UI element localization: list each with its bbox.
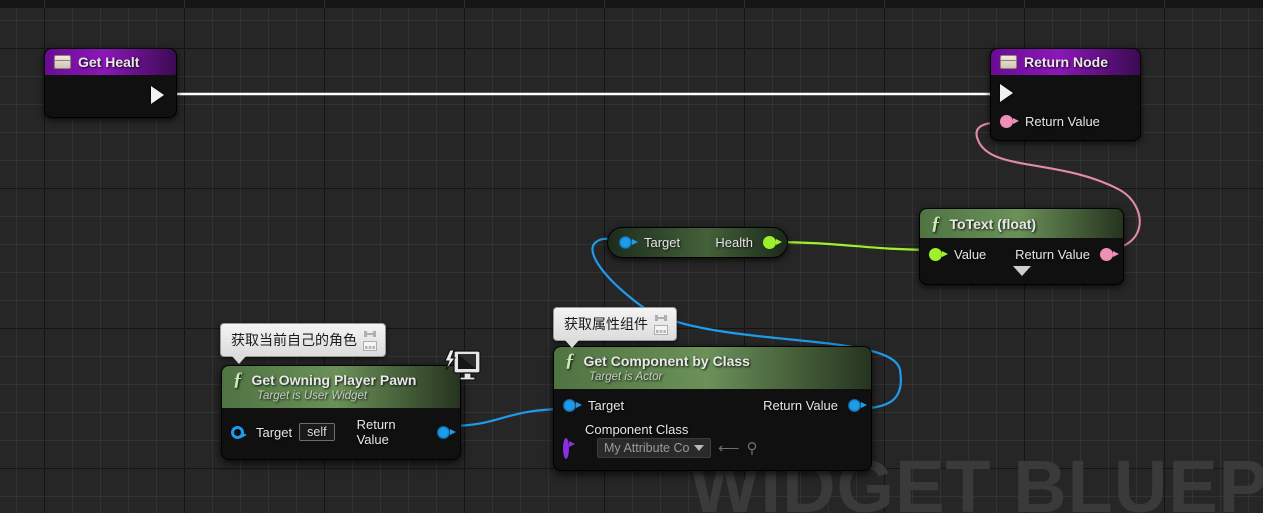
node-get-owning-player-pawn[interactable]: ƒ Get Owning Player Pawn Target is User … [221,365,461,460]
target-in-pin[interactable] [231,425,247,439]
pin-row-exec-out [45,84,176,106]
function-icon: ƒ [931,213,941,234]
function-icon: ƒ [233,369,243,390]
pin-label-return-value: Return Value [1025,114,1100,129]
node-get-health-header[interactable]: Get Healt [45,49,176,75]
comment-bubble-role-icons[interactable] [363,329,377,351]
back-arrow-icon[interactable]: ⟵ [718,441,740,456]
blueprint-graph-canvas[interactable]: WIDGET BLUEP Get Healt Return Node Retur… [0,0,1263,513]
pin-label-target: Target [644,235,681,250]
grid-icon[interactable] [654,325,668,335]
node-return-title: Return Node [1024,54,1108,70]
target-in-pin[interactable] [619,236,638,249]
exec-in-pin[interactable] [1000,84,1013,102]
node-return-header[interactable]: Return Node [991,49,1140,75]
pin-row-target: Target Return Value [554,396,871,421]
comment-bubble-component[interactable]: 获取属性组件 [553,307,677,348]
comment-bubble-role[interactable]: 获取当前自己的角色 [220,323,386,364]
node-return[interactable]: Return Node Return Value [990,48,1141,141]
pin-icon[interactable] [363,329,377,339]
node-get-health-body [45,75,176,117]
event-node-icon [1000,55,1017,69]
pin-label-component-class: Component Class [585,422,689,437]
node-to-text-title: ToText (float) [949,215,1037,232]
node-to-text-body: Value Return Value [920,238,1123,284]
health-out-pin[interactable] [763,236,782,249]
expand-arrow-icon[interactable] [1012,266,1031,276]
target-in-pin[interactable] [563,399,582,412]
text-in-pin[interactable] [1000,115,1019,128]
comment-bubble-component-text: 获取属性组件 [564,316,648,332]
node-get-health[interactable]: Get Healt [44,48,177,118]
chevron-down-icon [694,445,704,451]
magnifier-icon[interactable]: ⚲ [747,441,758,456]
health-getter-row: Target Health [608,235,787,250]
wire-object-pawn-to-gcbc-target [449,407,567,428]
return-value-out-pin[interactable] [437,425,456,439]
node-get-component-by-class-body: Target Return Value Component Class My A… [554,389,871,470]
event-node-icon [54,55,71,69]
client-only-monitor-badge [444,349,481,381]
pin-label-target: Target [256,424,293,440]
pin-label-value: Value [954,247,987,262]
pin-label-target: Target [588,398,625,413]
node-get-component-by-class-title: Get Component by Class [583,352,750,369]
node-to-text-header[interactable]: ƒ ToText (float) [920,209,1123,238]
node-get-owning-player-pawn-subtitle: Target is User Widget [257,390,368,402]
node-get-owning-player-pawn-title: Get Owning Player Pawn [251,371,417,388]
pin-label-return-value: Return Value [356,417,396,447]
exec-out-pin[interactable] [151,86,164,104]
component-class-value: My Attribute Com [604,441,690,455]
pin-row-exec-in [991,82,1140,112]
node-get-component-by-class-subtitle: Target is Actor [589,371,663,383]
node-get-health-title: Get Healt [78,54,140,70]
comment-bubble-role-text: 获取当前自己的角色 [231,332,357,348]
component-class-row: My Attribute Com ⟵ ⚲ [563,437,861,459]
comment-bubble-component-icons[interactable] [654,313,668,335]
pin-label-return-value: Return Value [763,398,838,413]
function-icon: ƒ [565,350,575,371]
return-value-out-pin[interactable] [1100,248,1119,261]
pin-label-return-value: Return Value [1015,247,1090,262]
component-class-dropdown[interactable]: My Attribute Com [597,438,711,458]
component-class-section: Component Class My Attribute Com ⟵ ⚲ [554,421,871,459]
pin-icon[interactable] [654,313,668,323]
pin-label-health: Health [715,235,753,250]
node-return-body: Return Value [991,75,1140,140]
target-self-value[interactable]: self [299,423,335,441]
pin-row-target: Target self Return Value [222,415,460,449]
pin-row-return-value: Return Value [991,112,1140,131]
pin-row-value: Value Return Value [920,245,1123,264]
wire-float-health-to-totext [770,240,936,252]
toolbar-strip [0,0,1263,8]
return-value-out-pin[interactable] [848,399,867,412]
node-get-component-by-class-header[interactable]: ƒ Get Component by Class Target is Actor [554,347,871,389]
node-get-health-variable[interactable]: Target Health [607,227,788,258]
node-get-owning-player-pawn-header[interactable]: ƒ Get Owning Player Pawn Target is User … [222,366,460,408]
node-to-text-float[interactable]: ƒ ToText (float) Value Return Value [919,208,1124,285]
node-get-owning-player-pawn-body: Target self Return Value [222,408,460,459]
grid-icon[interactable] [363,341,377,351]
node-get-component-by-class[interactable]: ƒ Get Component by Class Target is Actor… [553,346,872,471]
component-class-in-pin[interactable] [563,437,569,459]
value-in-pin[interactable] [929,248,948,261]
